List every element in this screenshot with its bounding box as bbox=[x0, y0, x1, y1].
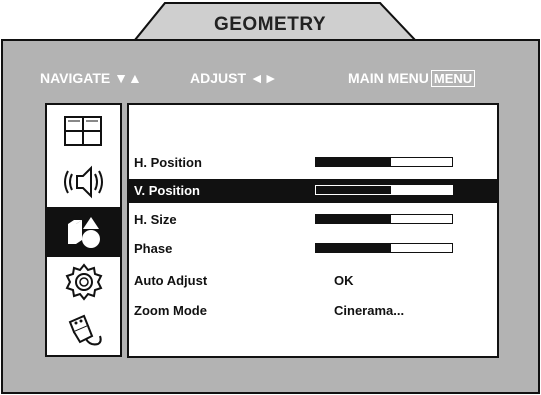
geometry-settings-panel: H. Position V. Position H. Size Phase Auto A… bbox=[127, 103, 499, 358]
audio-icon[interactable] bbox=[47, 157, 120, 207]
navigate-hint: NAVIGATE ▼▲ bbox=[40, 70, 142, 86]
setting-label: V. Position bbox=[134, 183, 200, 198]
adjust-hint: ADJUST ◄► bbox=[190, 70, 278, 86]
setting-row[interactable]: Auto Adjust OK bbox=[129, 269, 497, 293]
setting-label: H. Position bbox=[134, 155, 202, 170]
setting-slider[interactable] bbox=[315, 185, 453, 195]
settings-icon[interactable] bbox=[47, 257, 120, 307]
setting-value: OK bbox=[334, 273, 354, 288]
setting-slider[interactable] bbox=[315, 214, 453, 224]
left-right-arrows-icon: ◄► bbox=[249, 70, 278, 86]
setting-row[interactable]: Zoom Mode Cinerama... bbox=[129, 299, 497, 323]
setting-row[interactable]: H. Size bbox=[129, 208, 497, 232]
category-icon-column bbox=[45, 103, 122, 357]
slider-fill bbox=[316, 244, 391, 252]
setting-row[interactable]: H. Position bbox=[129, 151, 497, 175]
setting-row[interactable]: V. Position bbox=[129, 179, 497, 203]
setting-label: H. Size bbox=[134, 212, 177, 227]
slider-fill bbox=[316, 158, 391, 166]
setting-row[interactable]: Phase bbox=[129, 237, 497, 261]
slider-fill bbox=[316, 186, 391, 194]
setting-label: Auto Adjust bbox=[134, 273, 208, 288]
connection-icon[interactable] bbox=[47, 307, 120, 357]
navigation-hint-bar: NAVIGATE ▼▲ ADJUST ◄► MAIN MENU MENU bbox=[40, 70, 510, 90]
setting-label: Zoom Mode bbox=[134, 303, 207, 318]
main-menu-hint: MAIN MENU MENU bbox=[348, 70, 476, 87]
page-title: GEOMETRY bbox=[213, 14, 327, 35]
setting-value: Cinerama... bbox=[334, 303, 405, 318]
menu-key: MENU bbox=[430, 70, 476, 87]
geometry-icon[interactable] bbox=[47, 207, 120, 257]
setting-label: Phase bbox=[134, 241, 173, 256]
picture-icon[interactable] bbox=[47, 107, 120, 157]
setting-slider[interactable] bbox=[315, 243, 453, 253]
slider-fill bbox=[316, 215, 391, 223]
up-down-arrows-icon: ▼▲ bbox=[114, 70, 142, 86]
setting-slider[interactable] bbox=[315, 157, 453, 167]
